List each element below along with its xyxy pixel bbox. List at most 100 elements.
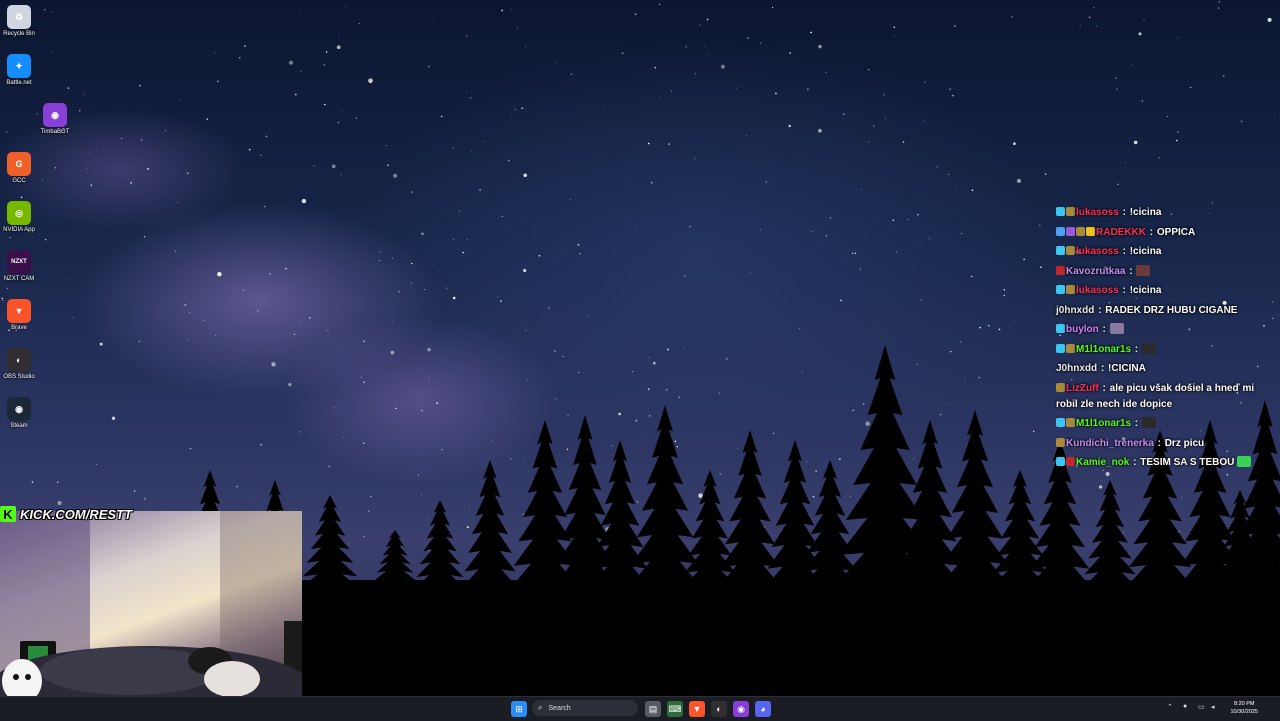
star xyxy=(1177,131,1179,133)
star xyxy=(902,141,905,143)
star xyxy=(428,65,430,68)
desktop-icon-label: NVIDIA App xyxy=(3,227,35,233)
star xyxy=(704,46,706,48)
desktop-icon-label: Battle.net xyxy=(6,80,32,86)
star xyxy=(511,114,512,116)
star xyxy=(52,11,53,13)
star xyxy=(1088,16,1091,19)
star xyxy=(147,168,149,170)
star xyxy=(892,219,895,222)
star xyxy=(898,224,900,225)
star xyxy=(1016,178,1022,183)
chat-badge-icon xyxy=(1066,418,1075,427)
star xyxy=(440,115,443,118)
chat-badge-icon xyxy=(1056,265,1065,275)
chat-message: LizZuff : ale picu však došiel a hneď mi… xyxy=(1056,381,1256,413)
chat-badge-icon xyxy=(1056,437,1065,447)
desktop-icon-battlenet[interactable]: ✦ Battle.net xyxy=(0,54,39,86)
star xyxy=(1158,157,1160,159)
star xyxy=(1267,17,1272,22)
star xyxy=(840,299,842,302)
star xyxy=(842,113,845,115)
star xyxy=(1131,64,1134,66)
windows-start-icon[interactable]: ⊞ xyxy=(511,701,527,717)
star xyxy=(433,264,434,266)
obs-icon: ◐ xyxy=(7,348,31,372)
star xyxy=(51,51,53,53)
star xyxy=(765,181,768,183)
tray-chevron-up-icon[interactable]: ⌃ xyxy=(1167,703,1173,711)
star xyxy=(421,232,424,236)
star xyxy=(970,275,973,278)
pine-tree xyxy=(626,405,704,590)
star xyxy=(818,128,822,133)
desktop-icon-nzxt-cam[interactable]: NZXT NZXT CAM xyxy=(0,250,39,282)
star xyxy=(285,267,287,270)
taskbar-search[interactable]: ⌕ Search xyxy=(532,700,638,716)
nvidia-icon: ◎ xyxy=(7,201,31,225)
star xyxy=(217,271,222,277)
desktop-icon-label: NZXT CAM xyxy=(3,276,35,282)
star xyxy=(67,87,70,89)
chat-text: RADEK DRZ HUBU CIGANE xyxy=(1105,304,1238,316)
star xyxy=(466,238,468,241)
star xyxy=(1115,77,1118,79)
star xyxy=(1003,289,1006,291)
chat-separator: : xyxy=(1119,246,1129,257)
star xyxy=(852,252,854,254)
chat-text: Drz picu xyxy=(1164,437,1205,449)
star xyxy=(263,205,266,208)
star xyxy=(1125,162,1127,163)
star xyxy=(387,164,389,166)
file-explorer-icon[interactable]: ▤ xyxy=(645,701,661,717)
star xyxy=(42,180,44,181)
desktop-icon-label: Steam xyxy=(10,423,28,429)
kick-logo: K xyxy=(0,506,16,522)
obs-icon[interactable]: ◐ xyxy=(711,701,727,717)
desktop-icon-gcc[interactable]: G GCC xyxy=(0,152,39,184)
star xyxy=(393,173,398,178)
microphone-icon[interactable]: ● xyxy=(1183,703,1187,710)
discord-icon[interactable]: ◕ xyxy=(755,701,771,717)
star xyxy=(825,71,827,73)
search-placeholder: Search xyxy=(548,704,571,712)
chat-separator: : xyxy=(1119,285,1129,296)
chat-separator: : xyxy=(1126,265,1136,277)
star xyxy=(971,189,974,192)
timbabot-icon[interactable]: ◉ xyxy=(733,701,749,717)
chat-separator: : xyxy=(1099,382,1109,394)
pine-tree xyxy=(680,470,740,590)
terminal-icon[interactable]: ⌨ xyxy=(667,701,683,717)
star xyxy=(514,109,516,110)
star xyxy=(647,142,650,145)
desktop-icon-label: Brave xyxy=(11,325,27,331)
desktop-icon-brave[interactable]: ▼ Brave xyxy=(0,299,39,331)
desktop-icon-obs[interactable]: ◐ OBS Studio xyxy=(0,348,39,380)
star xyxy=(323,64,326,66)
star xyxy=(338,36,339,38)
volume-icon[interactable]: ◂ xyxy=(1211,703,1215,711)
star xyxy=(471,150,472,152)
network-icon[interactable]: ▭ xyxy=(1198,703,1205,711)
system-clock[interactable]: 8:20 PM 10/30/2025 xyxy=(1230,700,1258,716)
desktop-icon-steam[interactable]: ◉ Steam xyxy=(0,397,39,429)
star xyxy=(634,13,637,16)
star xyxy=(140,139,143,141)
desktop-icon-nvidia[interactable]: ◎ NVIDIA App xyxy=(0,201,39,233)
star xyxy=(699,24,701,26)
star xyxy=(379,259,381,262)
star xyxy=(44,238,47,241)
desktop-icon-timbabot[interactable]: ◉ TimbaBOT xyxy=(35,103,75,135)
star xyxy=(1093,7,1095,8)
desktop-icon-recycle-bin[interactable]: ♻ Recycle Bin xyxy=(0,5,39,37)
star xyxy=(79,110,81,112)
star xyxy=(555,62,557,63)
brave-icon[interactable]: ▼ xyxy=(689,701,705,717)
star xyxy=(84,94,85,95)
star xyxy=(130,182,132,184)
star xyxy=(216,80,219,83)
chat-separator: : xyxy=(1119,207,1129,218)
star xyxy=(337,121,340,124)
desktop-icon-label: Recycle Bin xyxy=(3,31,35,37)
star xyxy=(462,251,464,254)
